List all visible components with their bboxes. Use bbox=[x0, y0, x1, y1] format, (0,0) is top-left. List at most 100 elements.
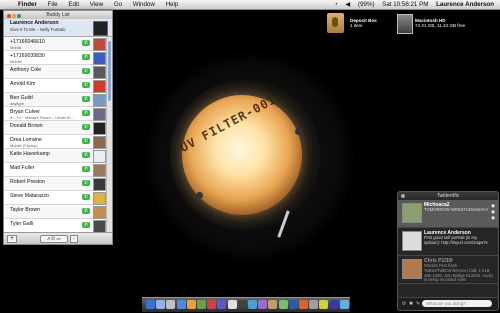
buddy-row[interactable]: Katie Haverkamp ✆ bbox=[4, 149, 106, 163]
minimize-button[interactable] bbox=[12, 14, 16, 18]
phone-icon[interactable]: ✆ bbox=[82, 194, 90, 200]
audio-chat-icon[interactable]: ▫ bbox=[70, 235, 78, 243]
dock-app-icon[interactable] bbox=[227, 300, 237, 309]
menu-window[interactable]: Window bbox=[133, 1, 155, 8]
dock-app-icon[interactable] bbox=[329, 300, 339, 309]
volume-icon[interactable]: ◀ bbox=[346, 1, 351, 8]
dock-app-icon[interactable] bbox=[319, 300, 329, 309]
phone-icon[interactable]: ✆ bbox=[82, 82, 90, 88]
buddy-row[interactable]: Bryan Culver 6*...½ ~ Mama's Room – Under… bbox=[4, 107, 106, 121]
menu-help[interactable]: Help bbox=[166, 1, 179, 8]
buddy-row[interactable]: Arnold Kim ✆ bbox=[4, 79, 106, 93]
dock-app-icon[interactable] bbox=[207, 300, 217, 309]
my-status[interactable]: Laurence Anderson Give It To Me – Nelly … bbox=[4, 19, 112, 37]
buddy-name: Taylor Brown bbox=[10, 206, 40, 213]
phone-icon[interactable]: ✆ bbox=[82, 180, 90, 186]
clock[interactable]: Sat 10:56:21 PM bbox=[382, 1, 428, 8]
desktop-item-deposit-box[interactable]: Deposit Box 1 item bbox=[350, 18, 377, 28]
wifi-icon[interactable]: ◔ bbox=[334, 1, 338, 8]
tweet-item[interactable]: Laurence Anderson First good self portrai… bbox=[398, 228, 498, 256]
dock-app-icon[interactable] bbox=[309, 300, 319, 309]
chat-actions-button[interactable]: A ✆ ▭ bbox=[40, 235, 68, 243]
tweet-input[interactable]: What are you doing? bbox=[422, 300, 492, 307]
buddy-row[interactable]: Taylor Brown ✆ bbox=[4, 205, 106, 219]
phone-icon[interactable]: ✆ bbox=[82, 152, 90, 158]
phone-icon[interactable]: ✆ bbox=[82, 40, 90, 46]
twitterrific-titlebar[interactable]: Twitterrific bbox=[398, 192, 498, 200]
refresh-icon[interactable]: ⟳ bbox=[402, 301, 406, 307]
phone-icon[interactable]: ✆ bbox=[82, 54, 90, 60]
dock-app-icon[interactable] bbox=[166, 300, 176, 309]
dock-app-icon[interactable] bbox=[176, 300, 186, 309]
buddy-row[interactable]: Anthony Cole ✆ bbox=[4, 65, 106, 79]
buddy-name: Tyler Galli bbox=[10, 220, 34, 227]
dock-app-icon[interactable] bbox=[146, 300, 155, 309]
phone-icon[interactable]: ✆ bbox=[82, 68, 90, 74]
buddy-avatar bbox=[93, 192, 106, 205]
dock-app-icon[interactable] bbox=[197, 300, 206, 309]
tweet-item[interactable]: Michoaca2 TOMORROW WRESTLEMANIA!!! ◉ ◉ ◉ bbox=[398, 200, 498, 228]
phone-icon[interactable]: ✆ bbox=[82, 166, 90, 172]
twitterrific-title: Twitterrific bbox=[436, 193, 460, 199]
zoom-button[interactable] bbox=[17, 14, 21, 18]
my-status-message[interactable]: Give It To Me – Nelly Furtado bbox=[10, 27, 66, 32]
buddy-row[interactable]: Ben Guild daylight ✆ bbox=[4, 93, 106, 107]
buddy-name: Arnold Kim bbox=[10, 80, 36, 87]
buddy-row[interactable]: Tyler Galli ✆ bbox=[4, 219, 106, 233]
tweet-avatar[interactable] bbox=[402, 203, 422, 223]
my-avatar[interactable] bbox=[93, 21, 108, 36]
gear-icon[interactable]: ✱ bbox=[409, 301, 413, 307]
buddy-avatar bbox=[93, 136, 106, 149]
menu-file[interactable]: File bbox=[48, 1, 58, 8]
phone-icon[interactable]: ✆ bbox=[82, 222, 90, 228]
wallpaper-screw bbox=[196, 192, 203, 199]
dock-app-icon[interactable] bbox=[268, 300, 278, 309]
phone-icon[interactable]: ✆ bbox=[82, 138, 90, 144]
menu-go[interactable]: Go bbox=[114, 1, 122, 8]
phone-icon[interactable]: ✆ bbox=[82, 96, 90, 102]
dock-app-icon[interactable] bbox=[237, 300, 247, 309]
scrollbar-thumb[interactable] bbox=[108, 41, 111, 101]
tweet-avatar[interactable] bbox=[402, 231, 422, 251]
tweet-item[interactable]: Chris P1l3l0 World's First flash Twitter/… bbox=[398, 256, 498, 284]
phone-icon[interactable]: ✆ bbox=[82, 124, 90, 130]
dock-app-icon[interactable] bbox=[156, 300, 166, 309]
buddy-row[interactable]: Steve Matarazzo ✆ bbox=[4, 191, 106, 205]
phone-icon[interactable]: ✆ bbox=[82, 208, 90, 214]
deposit-box-icon[interactable] bbox=[327, 13, 344, 33]
tweet-list: Michoaca2 TOMORROW WRESTLEMANIA!!! ◉ ◉ ◉ Laur… bbox=[398, 200, 498, 284]
user-name[interactable]: Laurence Anderson bbox=[436, 1, 494, 8]
dock-app-icon[interactable] bbox=[186, 300, 196, 309]
hard-drive-icon[interactable] bbox=[397, 14, 413, 34]
buddy-avatar bbox=[93, 38, 106, 51]
phone-icon[interactable]: ✆ bbox=[82, 110, 90, 116]
dock-app-icon[interactable] bbox=[339, 300, 349, 309]
menu-finder[interactable]: Finder bbox=[18, 1, 37, 8]
add-buddy-button[interactable]: + bbox=[7, 235, 17, 243]
battery-status[interactable]: (99%) bbox=[358, 1, 375, 8]
dock-app-icon[interactable] bbox=[278, 300, 288, 309]
buddy-list-titlebar[interactable]: Buddy List bbox=[4, 11, 112, 19]
dock-app-icon[interactable] bbox=[217, 300, 227, 309]
menu-view[interactable]: View bbox=[90, 1, 103, 8]
buddy-row[interactable]: Robert Preston ✆ bbox=[4, 177, 106, 191]
close-button[interactable] bbox=[401, 194, 405, 198]
buddy-row[interactable]: +17166046610 Mobile ✆ bbox=[4, 37, 106, 51]
buddy-row[interactable]: Donald Brown ✆ bbox=[4, 121, 106, 135]
dock-app-icon[interactable] bbox=[288, 300, 298, 309]
buddy-row[interactable]: Matt Fuller ✆ bbox=[4, 163, 106, 177]
buddy-name: Steve Matarazzo bbox=[10, 192, 49, 199]
buddy-row[interactable]: +17169039830 Mobile ✆ bbox=[4, 51, 106, 65]
buddy-list-scrollbar[interactable] bbox=[106, 37, 112, 232]
dock-app-icon[interactable] bbox=[299, 300, 308, 309]
post-icon[interactable]: ✎ bbox=[416, 301, 420, 307]
menu-edit[interactable]: Edit bbox=[68, 1, 79, 8]
tweet-actions[interactable]: ◉ ◉ ◉ bbox=[491, 203, 495, 221]
dock-app-icon[interactable] bbox=[258, 300, 268, 309]
desktop-item-macintosh-hd[interactable]: Macintosh HD 74.21 GB, 11.24 GB free bbox=[415, 18, 465, 28]
close-button[interactable] bbox=[7, 14, 11, 18]
dock-app-icon[interactable] bbox=[248, 300, 257, 309]
buddy-avatar bbox=[93, 164, 106, 177]
tweet-avatar[interactable] bbox=[402, 259, 422, 279]
buddy-row[interactable]: Drea Lorraine Mobile (Fliptop) ✆ bbox=[4, 135, 106, 149]
